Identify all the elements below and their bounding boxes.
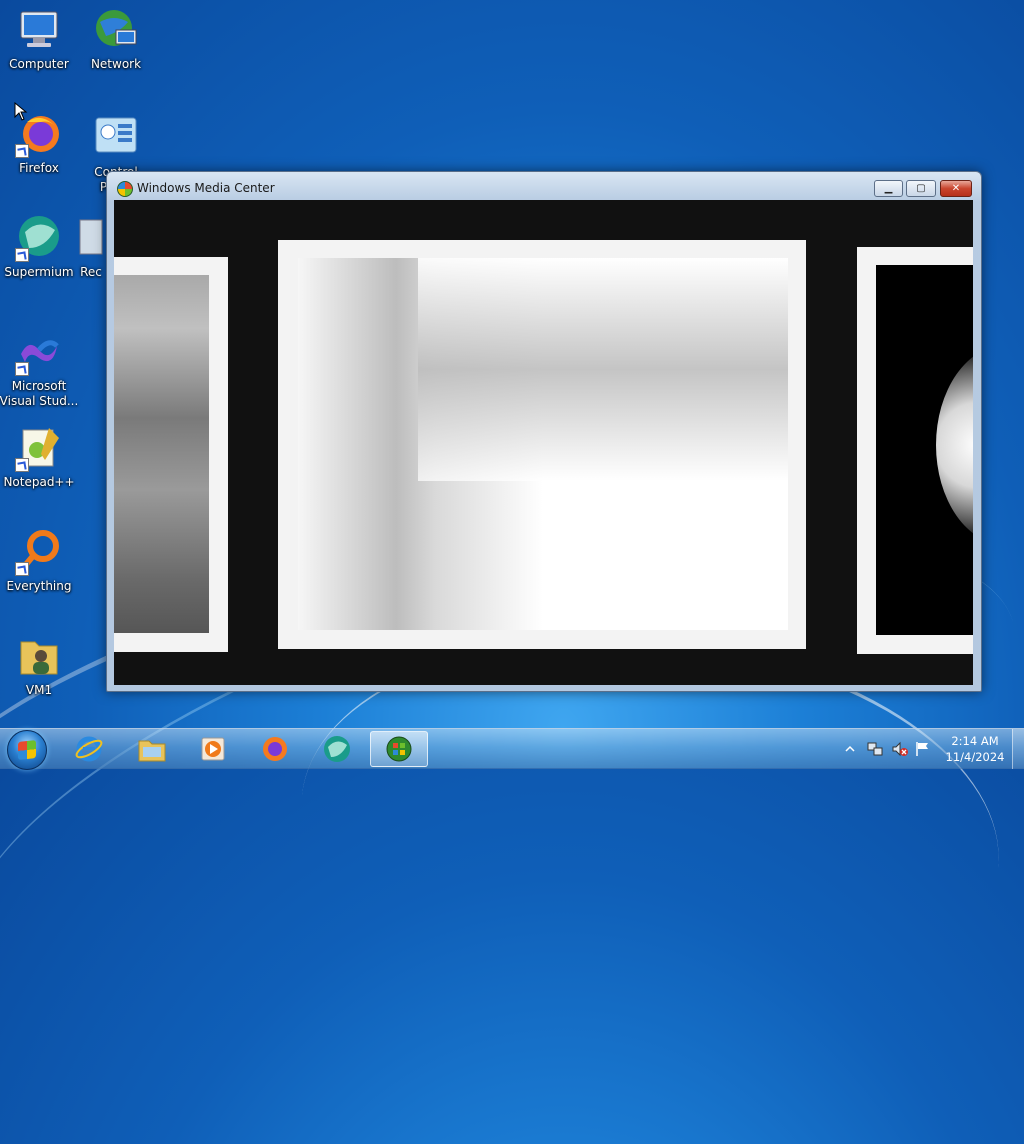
desktop-icon-label: Computer bbox=[9, 57, 69, 71]
media-tile-center[interactable] bbox=[278, 240, 806, 649]
taskbar-item-media-player[interactable] bbox=[184, 731, 242, 767]
desktop-icon-everything[interactable]: Everything bbox=[1, 528, 77, 594]
desktop-icon-network[interactable]: Network bbox=[78, 6, 154, 72]
shortcut-arrow-icon bbox=[15, 248, 29, 262]
show-hidden-icons-icon[interactable] bbox=[845, 744, 855, 754]
windows-logo-icon bbox=[18, 740, 36, 760]
desktop-icon-computer[interactable]: Computer bbox=[1, 6, 77, 72]
media-tile-left[interactable] bbox=[114, 257, 228, 652]
shortcut-arrow-icon bbox=[15, 458, 29, 472]
firefox-icon bbox=[261, 735, 289, 763]
desktop-icon-label: Everything bbox=[6, 579, 72, 593]
window-title: Windows Media Center bbox=[137, 181, 275, 195]
clock-date: 11/4/2024 bbox=[945, 750, 1005, 764]
maximize-button[interactable]: ▢ bbox=[906, 180, 936, 197]
desktop-icon-label: Notepad++ bbox=[3, 475, 75, 489]
folder-user-icon bbox=[15, 632, 63, 680]
desktop-icon-label: Firefox bbox=[19, 161, 59, 175]
visual-studio-icon bbox=[15, 328, 63, 376]
media-center-window[interactable]: Windows Media Center ▁ ▢ ✕ bbox=[106, 171, 982, 692]
media-thumbnail bbox=[298, 258, 788, 630]
media-center-icon bbox=[117, 181, 133, 197]
supermium-icon bbox=[15, 214, 63, 262]
media-player-icon bbox=[199, 735, 227, 763]
desktop-icon-notepadpp[interactable]: Notepad++ bbox=[1, 424, 77, 490]
window-titlebar[interactable]: Windows Media Center ▁ ▢ ✕ bbox=[107, 172, 981, 202]
clock-time: 2:14 AM bbox=[951, 734, 999, 748]
taskbar-item-windows-explorer[interactable] bbox=[122, 731, 180, 767]
taskbar-item-supermium[interactable] bbox=[308, 731, 366, 767]
system-clock[interactable]: 2:14 AM 11/4/2024 bbox=[940, 733, 1010, 765]
shortcut-arrow-icon bbox=[15, 362, 29, 376]
desktop-icon-label: Network bbox=[90, 57, 142, 71]
action-center-flag-icon[interactable] bbox=[914, 740, 932, 758]
minimize-button[interactable]: ▁ bbox=[874, 180, 903, 197]
shortcut-arrow-icon bbox=[15, 562, 29, 576]
media-thumbnail bbox=[876, 265, 973, 635]
taskbar-item-firefox[interactable] bbox=[246, 731, 304, 767]
show-desktop-button[interactable] bbox=[1012, 729, 1024, 769]
control-panel-icon bbox=[92, 114, 140, 162]
mouse-cursor-icon bbox=[14, 102, 28, 121]
desktop-icon-visual-studio[interactable]: Microsoft Visual Stud... bbox=[0, 328, 80, 409]
taskbar-item-windows-media-center[interactable] bbox=[370, 731, 428, 767]
media-center-icon bbox=[385, 735, 413, 763]
close-button[interactable]: ✕ bbox=[940, 180, 972, 197]
notepadpp-icon bbox=[15, 424, 63, 472]
media-center-content[interactable] bbox=[114, 200, 973, 685]
shortcut-arrow-icon bbox=[15, 144, 29, 158]
taskbar: 2:14 AM 11/4/2024 bbox=[0, 728, 1024, 770]
desktop-icon-firefox[interactable]: Firefox bbox=[1, 110, 77, 176]
desktop-icon-label: Microsoft Visual Stud... bbox=[0, 379, 79, 408]
recycle-bin-icon bbox=[76, 214, 106, 262]
everything-icon bbox=[15, 528, 63, 576]
media-thumbnail bbox=[114, 275, 209, 633]
folder-icon bbox=[137, 735, 166, 763]
computer-icon bbox=[15, 6, 63, 54]
taskbar-item-internet-explorer[interactable] bbox=[60, 731, 118, 767]
media-tile-right[interactable] bbox=[857, 247, 973, 654]
network-icon bbox=[92, 6, 140, 54]
volume-muted-icon[interactable] bbox=[891, 741, 909, 757]
supermium-icon bbox=[323, 735, 351, 763]
desktop-icon-vm1[interactable]: VM1 bbox=[1, 632, 77, 698]
network-tray-icon[interactable] bbox=[866, 741, 884, 757]
start-button[interactable] bbox=[7, 730, 47, 770]
desktop-icon-label: VM1 bbox=[25, 683, 53, 697]
ie-icon bbox=[75, 735, 103, 763]
